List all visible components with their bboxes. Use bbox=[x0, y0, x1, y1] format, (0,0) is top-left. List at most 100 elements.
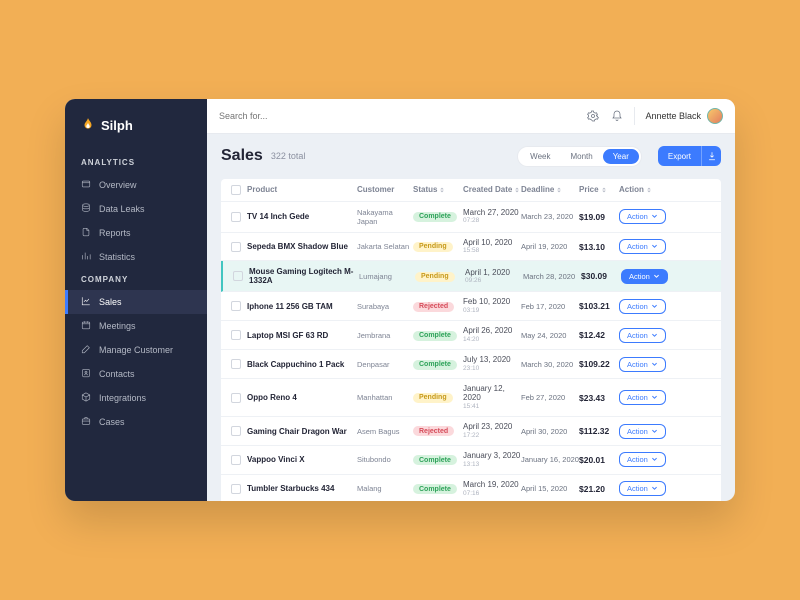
table-row[interactable]: Tumbler Starbucks 434MalangCompleteMarch… bbox=[221, 475, 721, 501]
row-checkbox[interactable] bbox=[231, 359, 241, 369]
cell-product: Tumbler Starbucks 434 bbox=[247, 484, 357, 493]
sidebar-item-sales[interactable]: Sales bbox=[65, 290, 207, 314]
period-month[interactable]: Month bbox=[560, 149, 602, 164]
cell-customer: Manhattan bbox=[357, 393, 413, 402]
content: Sales 322 total WeekMonthYear Export Pro… bbox=[207, 134, 735, 501]
cell-price: $21.20 bbox=[579, 484, 619, 494]
table-row[interactable]: TV 14 Inch GedeNakayama JapanCompleteMar… bbox=[221, 202, 721, 233]
row-action-button[interactable]: Action bbox=[619, 390, 666, 405]
table-row[interactable]: Vappoo Vinci XSitubondoCompleteJanuary 3… bbox=[221, 446, 721, 475]
user-menu[interactable]: Annette Black bbox=[645, 108, 723, 124]
cell-product: Oppo Reno 4 bbox=[247, 393, 357, 402]
row-action-button[interactable]: Action bbox=[621, 269, 668, 284]
user-name: Annette Black bbox=[645, 111, 701, 121]
row-action-button[interactable]: Action bbox=[619, 328, 666, 343]
status-badge: Complete bbox=[413, 331, 457, 341]
chevron-down-icon bbox=[651, 394, 658, 401]
page-subtitle: 322 total bbox=[271, 151, 306, 161]
sidebar-item-integrations[interactable]: Integrations bbox=[65, 386, 207, 410]
sidebar-item-manage-customer[interactable]: Manage Customer bbox=[65, 338, 207, 362]
cell-deadline: March 23, 2020 bbox=[521, 212, 579, 221]
table-row[interactable]: Gaming Chair Dragon WarAsem BagusRejecte… bbox=[221, 417, 721, 446]
cell-created: March 19, 202007:16 bbox=[463, 481, 521, 497]
row-checkbox[interactable] bbox=[231, 242, 241, 252]
card-icon bbox=[81, 179, 91, 191]
cell-price: $23.43 bbox=[579, 393, 619, 403]
table-row[interactable]: Laptop MSI GF 63 RDJembranaCompleteApril… bbox=[221, 321, 721, 350]
table-row[interactable]: Mouse Gaming Logitech M-1332ALumajangPen… bbox=[221, 261, 721, 292]
row-checkbox[interactable] bbox=[231, 455, 241, 465]
cell-product: Laptop MSI GF 63 RD bbox=[247, 331, 357, 340]
sidebar-item-label: Integrations bbox=[99, 393, 146, 403]
file-icon bbox=[81, 227, 91, 239]
row-action-button[interactable]: Action bbox=[619, 357, 666, 372]
cell-created: July 13, 202023:10 bbox=[463, 356, 521, 372]
pencil-icon bbox=[81, 344, 91, 356]
database-icon bbox=[81, 203, 91, 215]
row-action-button[interactable]: Action bbox=[619, 209, 666, 224]
cell-price: $12.42 bbox=[579, 330, 619, 340]
table-row[interactable]: Black Cappuchino 1 PackDenpasarCompleteJ… bbox=[221, 350, 721, 379]
row-checkbox[interactable] bbox=[231, 301, 241, 311]
period-week[interactable]: Week bbox=[520, 149, 560, 164]
sidebar-item-statistics[interactable]: Statistics bbox=[65, 245, 207, 269]
cell-created: April 23, 202017:22 bbox=[463, 423, 521, 439]
topbar: Annette Black bbox=[207, 99, 735, 134]
row-checkbox[interactable] bbox=[231, 484, 241, 494]
sort-icon bbox=[646, 187, 652, 193]
sidebar-item-cases[interactable]: Cases bbox=[65, 410, 207, 434]
export-label: Export bbox=[658, 152, 701, 161]
column-header[interactable]: Price bbox=[579, 185, 619, 194]
row-action-button[interactable]: Action bbox=[619, 452, 666, 467]
brand: Silph bbox=[65, 111, 207, 152]
cell-created: January 3, 202013:13 bbox=[463, 452, 521, 468]
sidebar-item-label: Cases bbox=[99, 417, 125, 427]
sidebar-item-data-leaks[interactable]: Data Leaks bbox=[65, 197, 207, 221]
row-checkbox[interactable] bbox=[233, 271, 243, 281]
search-input[interactable] bbox=[219, 111, 329, 121]
column-header[interactable]: Deadline bbox=[521, 185, 579, 194]
cell-customer: Denpasar bbox=[357, 360, 413, 369]
contact-icon bbox=[81, 368, 91, 380]
flame-icon bbox=[81, 117, 95, 134]
sidebar-section-title: ANALYTICS bbox=[65, 152, 207, 173]
row-checkbox[interactable] bbox=[231, 330, 241, 340]
row-action-button[interactable]: Action bbox=[619, 481, 666, 496]
row-checkbox[interactable] bbox=[231, 393, 241, 403]
column-header[interactable]: Status bbox=[413, 185, 463, 194]
row-action-button[interactable]: Action bbox=[619, 299, 666, 314]
settings-icon[interactable] bbox=[586, 109, 600, 123]
cell-price: $109.22 bbox=[579, 359, 619, 369]
sidebar-item-reports[interactable]: Reports bbox=[65, 221, 207, 245]
cell-product: Sepeda BMX Shadow Blue bbox=[247, 242, 357, 251]
sidebar-item-contacts[interactable]: Contacts bbox=[65, 362, 207, 386]
column-header[interactable]: Created Date bbox=[463, 185, 521, 194]
chevron-down-icon bbox=[651, 428, 658, 435]
status-badge: Complete bbox=[413, 212, 457, 222]
download-icon[interactable] bbox=[701, 146, 721, 166]
table-row[interactable]: Oppo Reno 4ManhattanPendingJanuary 12, 2… bbox=[221, 379, 721, 417]
cell-deadline: Feb 17, 2020 bbox=[521, 302, 579, 311]
brand-name: Silph bbox=[101, 118, 133, 133]
cell-customer: Malang bbox=[357, 484, 413, 493]
period-year[interactable]: Year bbox=[603, 149, 639, 164]
cell-deadline: April 19, 2020 bbox=[521, 242, 579, 251]
sort-icon bbox=[556, 187, 562, 193]
row-checkbox[interactable] bbox=[231, 426, 241, 436]
cell-customer: Jakarta Selatan bbox=[357, 242, 413, 251]
table-row[interactable]: Iphone 11 256 GB TAMSurabayaRejectedFeb … bbox=[221, 292, 721, 321]
sort-icon bbox=[514, 187, 520, 193]
sidebar-item-overview[interactable]: Overview bbox=[65, 173, 207, 197]
avatar bbox=[707, 108, 723, 124]
column-header[interactable]: Action bbox=[619, 185, 667, 194]
cell-created: Feb 10, 202003:19 bbox=[463, 298, 521, 314]
row-action-button[interactable]: Action bbox=[619, 239, 666, 254]
cell-price: $103.21 bbox=[579, 301, 619, 311]
sidebar-item-meetings[interactable]: Meetings bbox=[65, 314, 207, 338]
checkbox-all[interactable] bbox=[231, 185, 241, 195]
row-checkbox[interactable] bbox=[231, 212, 241, 222]
table-row[interactable]: Sepeda BMX Shadow BlueJakarta SelatanPen… bbox=[221, 233, 721, 262]
export-button[interactable]: Export bbox=[658, 146, 721, 166]
row-action-button[interactable]: Action bbox=[619, 424, 666, 439]
bell-icon[interactable] bbox=[610, 109, 624, 123]
